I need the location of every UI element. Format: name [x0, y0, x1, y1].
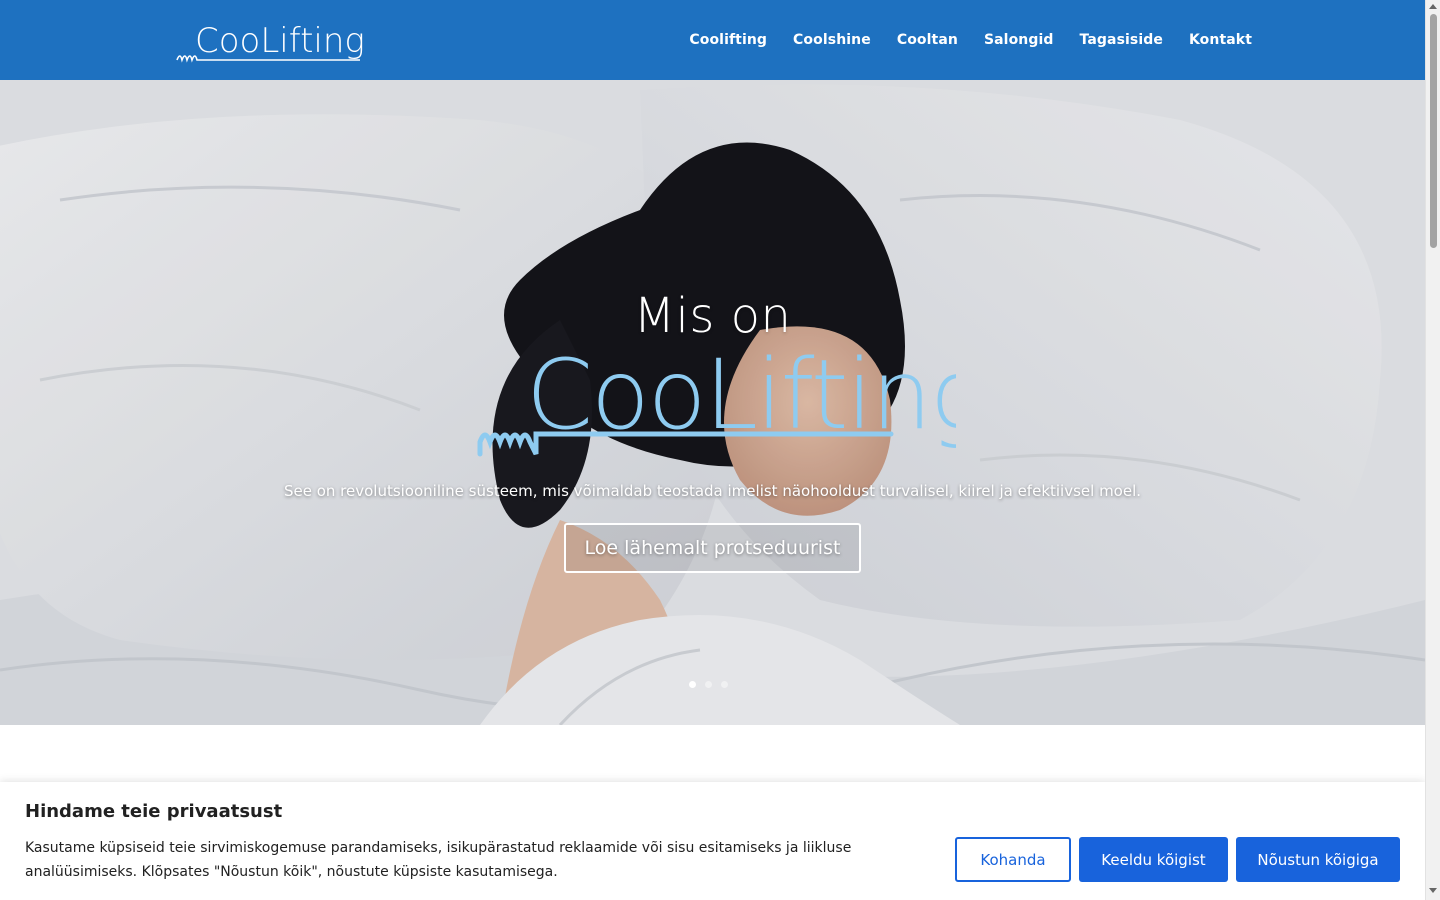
- cookie-reject-button[interactable]: Keeldu kõigist: [1079, 837, 1228, 882]
- site-logo[interactable]: CooLifting: [175, 14, 365, 64]
- cookie-customize-button[interactable]: Kohanda: [955, 837, 1071, 882]
- hero-subtitle: See on revolutsiooniline süsteem, mis võ…: [283, 482, 1142, 500]
- scrollbar-thumb[interactable]: [1430, 14, 1437, 248]
- hero-title: Mis on: [633, 288, 792, 344]
- scroll-up-arrow-icon[interactable]: [1429, 4, 1437, 9]
- site-header: CooLifting Coolifting Coolshine Cooltan …: [0, 0, 1425, 80]
- page: CooLifting Coolifting Coolshine Cooltan …: [0, 0, 1440, 900]
- site-logo-text: CooLifting: [195, 21, 365, 61]
- nav-salongid[interactable]: Salongid: [984, 32, 1054, 48]
- slider-dot-3[interactable]: [721, 681, 728, 688]
- scroll-down-arrow-icon[interactable]: [1429, 888, 1437, 893]
- hero-logo-text: CooLifting: [526, 342, 956, 451]
- slider-dot-2[interactable]: [705, 681, 712, 688]
- hero-coolifting-logo: CooLifting: [476, 339, 988, 462]
- hero-slider: Mis on CooLifting See on revolutsioonili…: [0, 80, 1425, 725]
- page-scrollbar[interactable]: [1425, 0, 1440, 900]
- nav-coolshine[interactable]: Coolshine: [793, 32, 871, 48]
- cookie-accept-button[interactable]: Nõustun kõigiga: [1236, 837, 1400, 882]
- cookie-title: Hindame teie privaatsust: [25, 801, 283, 822]
- cookie-text: Kasutame küpsiseid teie sirvimiskogemuse…: [25, 840, 852, 880]
- cookie-banner: Hindame teie privaatsust Kasutame küpsis…: [0, 782, 1425, 900]
- read-more-button[interactable]: Loe lähemalt protseduurist: [564, 523, 861, 573]
- slider-dot-1[interactable]: [689, 681, 696, 688]
- nav-cooltan[interactable]: Cooltan: [897, 32, 958, 48]
- slider-pagination: [689, 681, 728, 688]
- nav-tagasiside[interactable]: Tagasiside: [1080, 32, 1163, 48]
- main-nav: Coolifting Coolshine Cooltan Salongid Ta…: [689, 0, 1252, 80]
- nav-kontakt[interactable]: Kontakt: [1189, 32, 1252, 48]
- nav-coolifting[interactable]: Coolifting: [689, 32, 767, 48]
